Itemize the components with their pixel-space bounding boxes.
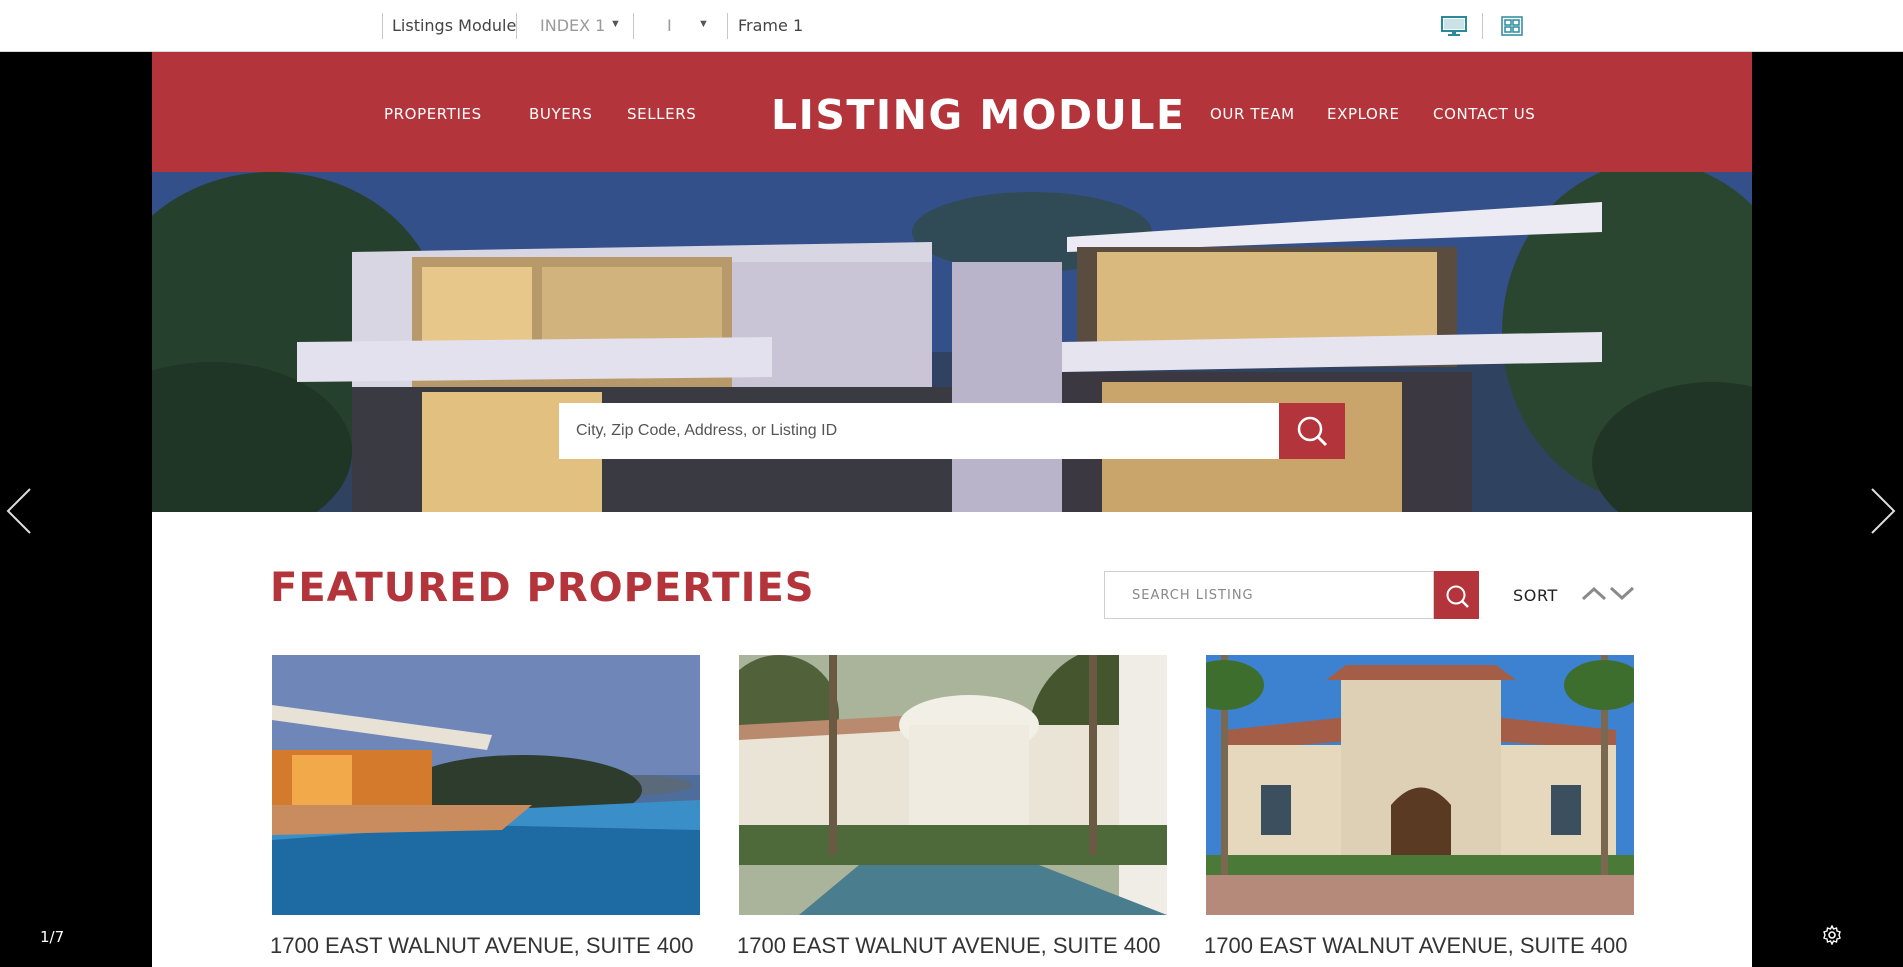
nav-explore[interactable]: EXPLORE: [1327, 105, 1400, 123]
hero-banner: [152, 172, 1752, 512]
editor-toolbar: Listings Module INDEX 1 ▼ I ▼ Frame 1: [0, 0, 1903, 52]
nav-properties[interactable]: PROPERTIES: [384, 105, 482, 123]
white-villa-image[interactable]: [739, 655, 1167, 915]
hero-search-button[interactable]: [1279, 403, 1345, 459]
mediterranean-house-image[interactable]: [1206, 655, 1634, 915]
listing-page: PROPERTIES BUYERS SELLERS LISTING MODULE…: [152, 52, 1752, 967]
chevron-up-icon[interactable]: [1581, 585, 1607, 606]
hero-search-input[interactable]: [559, 403, 1279, 459]
toolbar-divider: [382, 13, 383, 39]
secondary-select-value: I: [667, 16, 672, 35]
sort-label: SORT: [1513, 586, 1558, 605]
site-header: PROPERTIES BUYERS SELLERS LISTING MODULE…: [152, 52, 1752, 172]
index-select[interactable]: INDEX 1 ▼: [526, 12, 626, 40]
grid-view-icon[interactable]: [1500, 14, 1524, 43]
chevron-left-icon[interactable]: [4, 486, 34, 541]
caret-down-icon: ▼: [698, 18, 709, 30]
chevron-down-icon[interactable]: [1609, 585, 1635, 606]
toolbar-divider: [1482, 13, 1483, 39]
chevron-right-icon[interactable]: [1868, 486, 1898, 541]
nav-sellers[interactable]: SELLERS: [627, 105, 696, 123]
nav-contact-us[interactable]: CONTACT US: [1433, 105, 1535, 123]
listing-search-field: [1104, 571, 1435, 619]
secondary-select[interactable]: I ▼: [643, 12, 723, 40]
listing-search-button[interactable]: [1434, 571, 1479, 619]
slide-counter: 1/7: [40, 928, 65, 946]
hero-house-image: [152, 172, 1752, 512]
listing-search-input[interactable]: [1105, 572, 1435, 618]
hero-search-field: [559, 403, 1279, 459]
index-select-value: INDEX 1: [540, 16, 606, 35]
search-icon: [1294, 413, 1330, 454]
toolbar-divider: [633, 13, 634, 39]
caret-down-icon: ▼: [610, 18, 621, 30]
search-icon: [1444, 583, 1470, 614]
nav-our-team[interactable]: OUR TEAM: [1210, 105, 1295, 123]
desktop-icon[interactable]: [1440, 14, 1468, 43]
module-name: Listings Module: [392, 16, 517, 35]
listing-address[interactable]: 1700 EAST WALNUT AVENUE, SUITE 400: [1204, 933, 1644, 959]
frame-label[interactable]: Frame 1: [738, 16, 803, 35]
featured-title: FEATURED PROPERTIES: [270, 565, 815, 611]
pool-pavilion-image[interactable]: [272, 655, 700, 915]
gear-icon[interactable]: [1822, 924, 1842, 950]
listing-address[interactable]: 1700 EAST WALNUT AVENUE, SUITE 400: [270, 933, 710, 959]
toolbar-divider: [516, 13, 517, 39]
toolbar-divider: [727, 13, 728, 39]
listing-address[interactable]: 1700 EAST WALNUT AVENUE, SUITE 400: [737, 933, 1177, 959]
nav-buyers[interactable]: BUYERS: [529, 105, 592, 123]
site-logo[interactable]: LISTING MODULE: [771, 91, 1185, 139]
